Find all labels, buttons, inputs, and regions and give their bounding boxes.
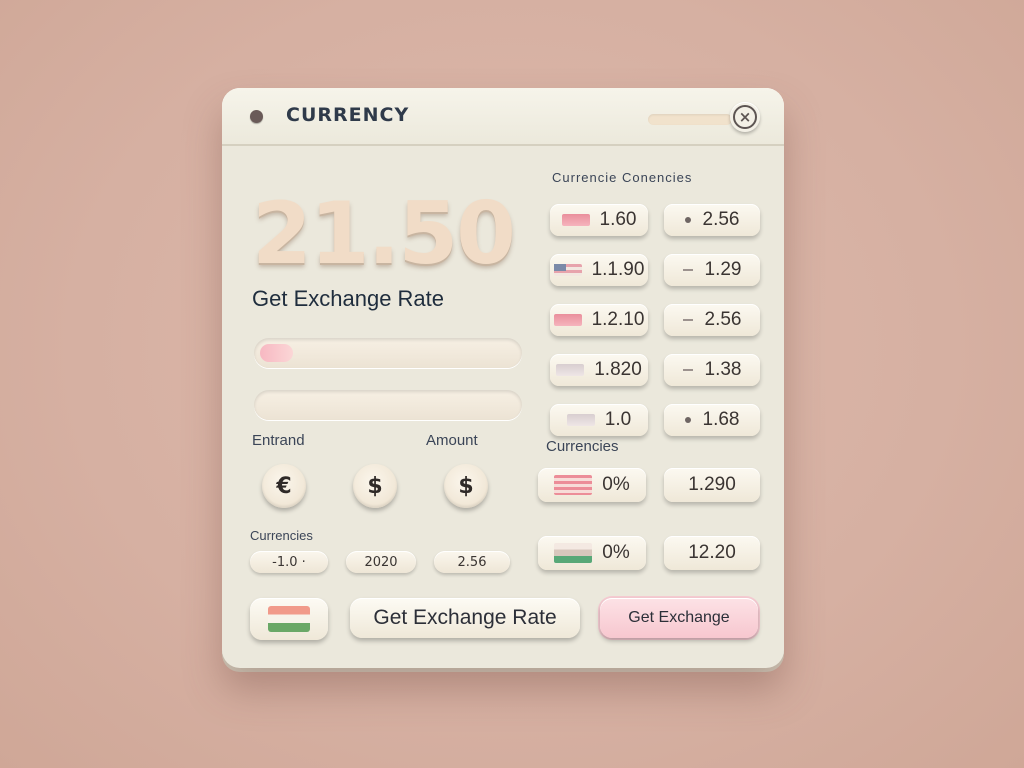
entrand-label: Entrand xyxy=(252,432,305,449)
rate-button-left-2[interactable]: 1.1.90 xyxy=(550,254,648,286)
rate-value: 1.290 xyxy=(688,474,736,495)
dash-icon xyxy=(682,269,693,271)
currencies-mid-label: Currencies xyxy=(546,438,619,455)
flag-icon xyxy=(553,264,582,276)
rate-value: 0% xyxy=(602,474,630,495)
window-title: CURRENCY xyxy=(286,104,410,126)
flag-icon xyxy=(554,475,593,495)
dollar-coin-icon: $ xyxy=(367,473,383,499)
title-bar-pill xyxy=(648,114,732,125)
flag-icon xyxy=(553,314,582,326)
currency-flag-button[interactable] xyxy=(250,598,328,640)
rate-value: 1.1.90 xyxy=(591,259,645,280)
rate-value: 12.20 xyxy=(688,542,736,563)
rate-value: 2.56 xyxy=(704,309,742,330)
rate-value: 1.2.10 xyxy=(591,309,645,330)
rate-value: 1.820 xyxy=(594,359,642,380)
euro-coin-icon: € xyxy=(276,473,292,499)
small-rate-pill-1[interactable]: -1.0 · xyxy=(250,551,328,573)
exchange-rate-heading: Get Exchange Rate xyxy=(252,286,445,311)
background: CURRENCY × 21.50 Get Exchange Rate Entra… xyxy=(0,0,1024,768)
window-dot-icon xyxy=(250,110,263,123)
flag-icon xyxy=(561,214,590,226)
rate-value: 2.56 xyxy=(702,209,740,230)
rate-button-left-7[interactable]: 0% xyxy=(538,536,646,570)
dot-icon xyxy=(684,217,691,223)
get-exchange-secondary-button[interactable]: Get Exchange xyxy=(600,598,758,638)
dollar-coin-button[interactable]: $ xyxy=(353,464,397,508)
rate-value: 1.60 xyxy=(599,209,637,230)
dash-icon xyxy=(682,369,693,371)
flag-icon xyxy=(554,543,593,563)
italy-flag-icon xyxy=(268,606,310,632)
rate-button-left-6[interactable]: 0% xyxy=(538,468,646,502)
get-exchange-rate-button[interactable]: Get Exchange Rate xyxy=(350,598,580,638)
converted-amount: 21.50 xyxy=(252,184,516,284)
close-button[interactable]: × xyxy=(730,102,760,132)
rate-button-right-6[interactable]: 1.290 xyxy=(664,468,760,502)
close-icon: × xyxy=(733,105,757,129)
rate-button-left-5[interactable]: 1.0 xyxy=(550,404,648,436)
dash-icon xyxy=(682,319,693,321)
dot-icon xyxy=(684,417,691,423)
rate-button-right-4[interactable]: 1.38 xyxy=(664,354,760,386)
dollar-coin-button-2[interactable]: $ xyxy=(444,464,488,508)
small-rate-pill-3[interactable]: 2.56 xyxy=(434,551,510,573)
currency-input-bar[interactable] xyxy=(254,390,522,420)
currencies-label: Currencies xyxy=(250,528,313,543)
rate-button-left-1[interactable]: 1.60 xyxy=(550,204,648,236)
dollar-coin-icon: $ xyxy=(458,473,474,499)
rate-value: 0% xyxy=(602,542,630,563)
flag-icon xyxy=(556,364,585,376)
small-rate-pill-2[interactable]: 2020 xyxy=(346,551,416,573)
rate-value: 1.0 xyxy=(604,409,632,430)
amount-input-fill xyxy=(260,344,293,362)
rate-value: 1.68 xyxy=(702,409,740,430)
euro-coin-button[interactable]: € xyxy=(262,464,306,508)
rate-value: 1.38 xyxy=(704,359,742,380)
rate-value: 1.29 xyxy=(704,259,742,280)
amount-input-bar[interactable] xyxy=(254,338,522,368)
rate-button-right-2[interactable]: 1.29 xyxy=(664,254,760,286)
amount-label: Amount xyxy=(426,432,478,449)
rate-button-right-3[interactable]: 2.56 xyxy=(664,304,760,336)
currency-window: CURRENCY × 21.50 Get Exchange Rate Entra… xyxy=(222,88,784,668)
title-bar: CURRENCY × xyxy=(222,88,784,146)
currencies-header: Currencie Conencies xyxy=(552,170,693,185)
rate-button-right-7[interactable]: 12.20 xyxy=(664,536,760,570)
rate-button-left-4[interactable]: 1.820 xyxy=(550,354,648,386)
rate-button-right-5[interactable]: 1.68 xyxy=(664,404,760,436)
flag-icon xyxy=(566,414,595,426)
rate-button-right-1[interactable]: 2.56 xyxy=(664,204,760,236)
rate-button-left-3[interactable]: 1.2.10 xyxy=(550,304,648,336)
